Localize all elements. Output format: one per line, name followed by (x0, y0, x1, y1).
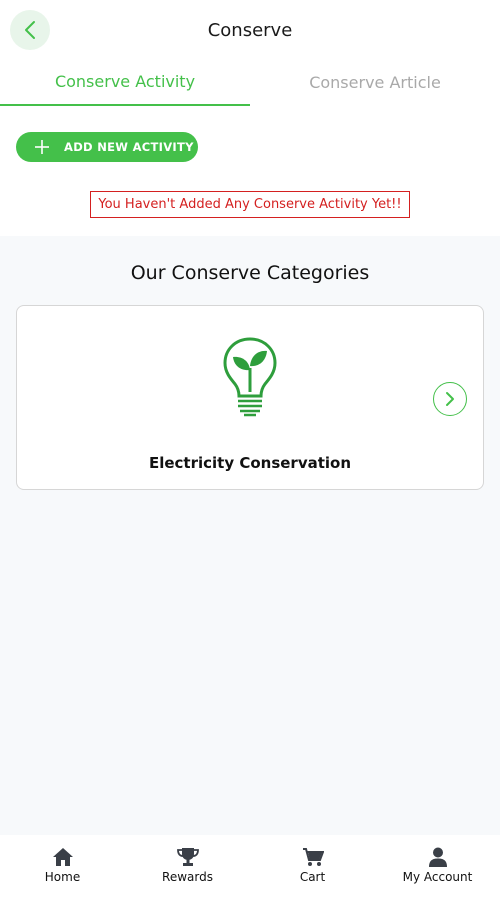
nav-my-account[interactable]: My Account (375, 835, 500, 900)
category-card-electricity[interactable]: Electricity Conservation (16, 305, 484, 490)
chevron-right-icon (446, 392, 454, 406)
tab-conserve-activity[interactable]: Conserve Activity (0, 58, 250, 106)
activity-section: ADD NEW ACTIVITY You Haven't Added Any C… (0, 108, 500, 236)
lightbulb-leaf-icon (223, 337, 277, 417)
back-button[interactable] (10, 10, 50, 50)
bottom-nav: Home Rewards Cart My Account (0, 835, 500, 900)
tab-bar: Conserve Activity Conserve Article (0, 60, 500, 108)
nav-home-label: Home (44, 870, 81, 884)
chevron-left-icon (25, 21, 35, 39)
nav-my-account-label: My Account (402, 870, 473, 884)
page-title: Conserve (207, 19, 293, 41)
plus-icon (34, 139, 50, 155)
tab-conserve-article[interactable]: Conserve Article (250, 58, 500, 106)
user-icon (427, 846, 449, 868)
trophy-icon (176, 846, 199, 868)
category-label: Electricity Conservation (148, 454, 352, 472)
nav-cart[interactable]: Cart (250, 835, 375, 900)
category-next-button[interactable] (433, 382, 467, 416)
empty-activity-message: You Haven't Added Any Conserve Activity … (90, 191, 410, 218)
home-icon (52, 846, 74, 868)
cart-icon (302, 846, 324, 868)
add-new-activity-label: ADD NEW ACTIVITY (64, 140, 194, 154)
categories-title: Our Conserve Categories (130, 262, 370, 284)
add-new-activity-button[interactable]: ADD NEW ACTIVITY (16, 132, 198, 162)
app-header: Conserve (0, 0, 500, 60)
nav-rewards-label: Rewards (162, 870, 213, 884)
nav-cart-label: Cart (299, 870, 326, 884)
nav-home[interactable]: Home (0, 835, 125, 900)
nav-rewards[interactable]: Rewards (125, 835, 250, 900)
